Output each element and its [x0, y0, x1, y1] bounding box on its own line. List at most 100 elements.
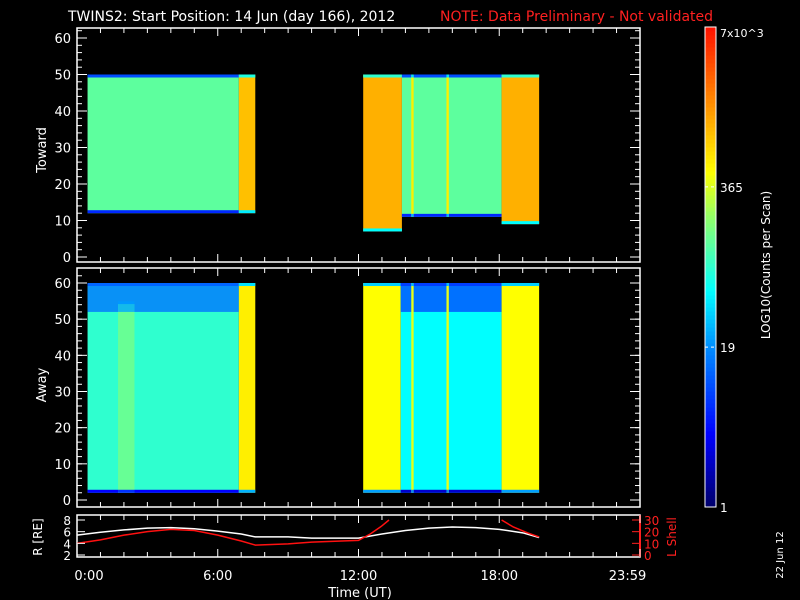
spectrogram-edge-band — [400, 489, 502, 493]
colorbar-cell — [705, 491, 716, 496]
colorbar-cell — [705, 119, 716, 124]
colorbar-cell — [705, 231, 716, 236]
panel-ylabel-toward: Toward — [35, 127, 50, 174]
footer-date: 22 Jun 12 — [775, 531, 786, 578]
colorbar-cell — [705, 211, 716, 216]
colorbar-cell — [705, 319, 716, 324]
colorbar-cell — [705, 135, 716, 140]
y-tick-label: 30 — [54, 386, 71, 401]
colorbar-cell — [705, 147, 716, 152]
y-tick-label: 10 — [54, 458, 71, 473]
colorbar-cell — [705, 111, 716, 116]
spectrogram-edge-band — [401, 74, 502, 78]
colorbar-cell — [705, 99, 716, 104]
x-tick-label: 18:00 — [481, 569, 518, 584]
colorbar-cell — [705, 387, 716, 392]
colorbar-cell — [705, 447, 716, 452]
colorbar-cell — [705, 419, 716, 424]
colorbar-cell — [705, 275, 716, 280]
y-tick-label: 50 — [54, 313, 71, 328]
colorbar-cell — [705, 423, 716, 428]
colorbar-cell — [705, 459, 716, 464]
colorbar-cell — [705, 263, 716, 268]
spectrogram-edge-band — [501, 283, 540, 286]
x-axis-label: Time (UT) — [327, 586, 392, 600]
y-left-tick-label: 8 — [63, 514, 71, 528]
colorbar-cell — [705, 127, 716, 132]
y-tick-label: 10 — [54, 215, 71, 230]
colorbar-cell — [705, 327, 716, 332]
colorbar-cell — [705, 227, 716, 232]
y-tick-label: 40 — [54, 105, 71, 120]
colorbar-cell — [705, 219, 716, 224]
spectrogram-edge-band — [446, 213, 449, 217]
colorbar-cell — [705, 187, 716, 192]
colorbar-cell — [705, 95, 716, 100]
panel-ylabel-away: Away — [35, 367, 50, 402]
spectrogram-segment — [446, 283, 449, 493]
y-tick-label: 0 — [63, 494, 71, 509]
colorbar-cell — [705, 407, 716, 412]
colorbar-cell — [705, 39, 716, 44]
colorbar-cell — [705, 467, 716, 472]
colorbar-cell — [705, 271, 716, 276]
colorbar-cell — [705, 159, 716, 164]
colorbar-cell — [705, 75, 716, 80]
spectrogram-edge-band — [238, 210, 256, 214]
colorbar-cell — [705, 63, 716, 68]
spectrogram-high-energy-band — [400, 283, 502, 312]
colorbar-label: LOG10(Counts per Scan) — [759, 191, 773, 339]
colorbar-cell — [705, 323, 716, 328]
colorbar-cell — [705, 303, 716, 308]
colorbar-cell — [705, 295, 716, 300]
colorbar-cell — [705, 179, 716, 184]
y-tick-label: 60 — [54, 277, 71, 292]
colorbar-cell — [705, 71, 716, 76]
colorbar-cell — [705, 355, 716, 360]
colorbar-cell — [705, 311, 716, 316]
colorbar-cell — [705, 375, 716, 380]
spectrogram-edge-band — [87, 74, 239, 78]
colorbar-cell — [705, 315, 716, 320]
colorbar-cell — [705, 383, 716, 388]
colorbar-cell — [705, 207, 716, 212]
colorbar-cell — [705, 475, 716, 480]
spectrogram-edge-band — [446, 489, 449, 493]
spectrogram-segment — [363, 74, 402, 232]
colorbar-cell — [705, 83, 716, 88]
orbit-ylabel-right: L Shell — [665, 517, 679, 557]
spectrogram-edge-band — [411, 74, 414, 78]
spectrogram-high-energy-band — [87, 283, 239, 312]
x-tick-label: 23:59 — [609, 569, 646, 584]
colorbar-cell — [705, 35, 716, 40]
colorbar-cell — [705, 307, 716, 312]
colorbar-cell — [705, 411, 716, 416]
y-right-tick-label: 30 — [644, 514, 659, 528]
spectrogram-edge-band — [411, 489, 414, 493]
colorbar-cell — [705, 379, 716, 384]
y-tick-label: 20 — [54, 178, 71, 193]
spectrogram-edge-band — [238, 74, 256, 78]
colorbar-cell — [705, 279, 716, 284]
y-tick-label: 0 — [63, 251, 71, 266]
spectrogram-edge-band — [363, 283, 401, 286]
spectrogram-segment — [400, 283, 502, 493]
l-shell-line — [501, 519, 540, 538]
colorbar-cell — [705, 483, 716, 488]
colorbar-cell — [705, 367, 716, 372]
spectrogram-edge-band — [363, 228, 402, 232]
y-tick-label: 30 — [54, 142, 71, 157]
colorbar-cell — [705, 171, 716, 176]
colorbar-cell — [705, 91, 716, 96]
colorbar-cell — [705, 291, 716, 296]
colorbar-cell — [705, 363, 716, 368]
spectrogram-edge-band — [238, 489, 256, 493]
colorbar-cell — [705, 499, 716, 504]
spectrogram-segment — [501, 74, 540, 225]
colorbar-cell — [705, 235, 716, 240]
twins-spectrogram-figure: TWINS2: Start Position: 14 Jun (day 166)… — [31, 9, 786, 600]
colorbar-cell — [705, 347, 716, 352]
colorbar-cell — [705, 435, 716, 440]
colorbar-cell — [705, 479, 716, 484]
colorbar-cell — [705, 351, 716, 356]
